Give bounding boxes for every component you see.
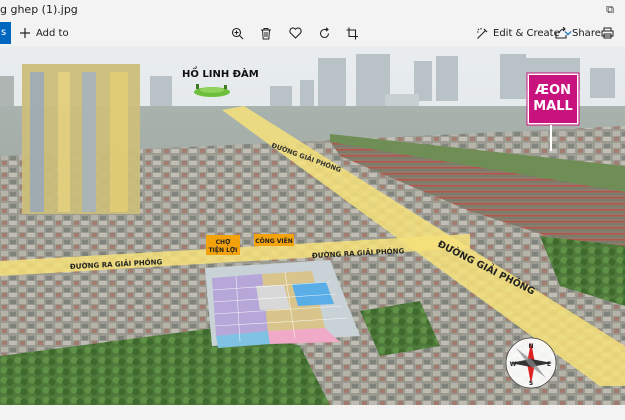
- market-label-line1: CHỢ: [216, 239, 231, 246]
- rotate-button[interactable]: [317, 22, 331, 44]
- print-icon: [600, 26, 614, 40]
- compass-west: W: [510, 361, 517, 368]
- add-to-label: Add to: [36, 27, 69, 39]
- delete-icon: [259, 26, 273, 40]
- compass-north: N: [528, 343, 533, 350]
- restore-icon: ⧉: [606, 3, 614, 16]
- restore-button[interactable]: ⧉: [595, 0, 625, 20]
- rotate-icon: [317, 26, 331, 40]
- add-icon: [18, 26, 32, 40]
- aerial-photo: HỒ LINH ĐÀM ÆON MALL ĐƯỜNG GIẢI PHÓNG ĐƯ…: [0, 46, 625, 405]
- print-button[interactable]: [600, 22, 614, 44]
- edit-create-label: Edit & Create: [493, 27, 560, 39]
- photos-button[interactable]: s: [0, 22, 11, 44]
- zoom-in-icon: [230, 26, 244, 40]
- blurred-tower: [22, 64, 140, 214]
- compass-south: S: [529, 380, 533, 387]
- aeon-label: ÆON: [535, 83, 571, 98]
- window-title: g ghep (1).jpg: [0, 3, 78, 16]
- compass-east: E: [547, 361, 551, 368]
- edit-create-icon: [475, 26, 489, 40]
- photos-button-label: s: [1, 27, 7, 38]
- share-button[interactable]: Share: [554, 22, 601, 44]
- crop-icon: [345, 26, 359, 40]
- share-icon: [554, 26, 568, 40]
- mall-label: MALL: [533, 99, 573, 114]
- share-label: Share: [572, 27, 601, 39]
- crop-button[interactable]: [345, 22, 359, 44]
- toolbar: s Add to Edit & Create Share: [0, 20, 625, 46]
- bottom-strip: [0, 405, 625, 420]
- favorite-icon: [288, 26, 302, 40]
- add-to-button[interactable]: Add to: [18, 22, 69, 44]
- delete-button[interactable]: [259, 22, 273, 44]
- park-label: CÔNG VIÊN: [255, 237, 293, 245]
- title-bar: g ghep (1).jpg ⧉: [0, 0, 625, 20]
- zoom-in-button[interactable]: [230, 22, 244, 44]
- image-viewer[interactable]: HỒ LINH ĐÀM ÆON MALL ĐƯỜNG GIẢI PHÓNG ĐƯ…: [0, 46, 625, 405]
- market-label-line2: TIỆN LỢI: [209, 246, 238, 254]
- favorite-button[interactable]: [288, 22, 302, 44]
